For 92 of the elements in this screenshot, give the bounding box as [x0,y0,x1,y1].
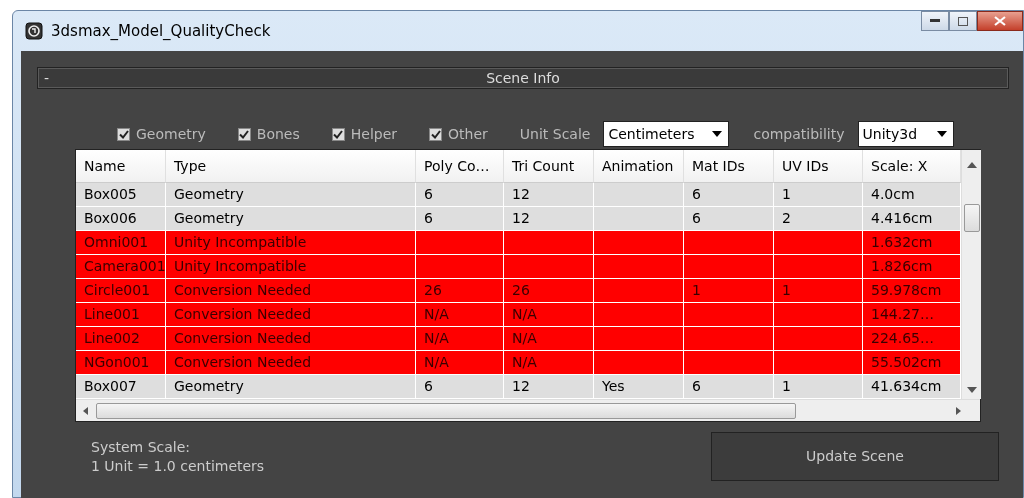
table-cell: Geometry [166,375,416,399]
table-cell: 144.27… [863,303,961,327]
checkbox[interactable] [429,127,443,141]
checkbox[interactable] [331,127,345,141]
table-cell: Conversion Needed [166,303,416,327]
column-header[interactable]: Scale: X [863,150,961,183]
table-cell: 6 [684,183,774,207]
column-header[interactable]: Poly Co… [416,150,504,183]
caret-icon [936,131,947,137]
column-header[interactable]: Mat IDs [684,150,774,183]
table-cell: 59.978cm [863,279,961,303]
scroll-down-icon[interactable] [967,387,977,393]
table-cell: 2 [774,207,863,231]
checkbox-label: Bones [256,124,300,144]
table-cell: Omni001 [76,231,166,255]
column-header[interactable]: Name [76,150,166,183]
scrollbar-thumb[interactable] [96,402,796,419]
table-cell: N/A [504,303,594,327]
table-cell: 6 [416,183,504,207]
table-cell: 1 [774,183,863,207]
system-scale-label: System Scale: [91,438,192,457]
horizontal-scrollbar[interactable] [76,399,980,421]
scrollbar-thumb[interactable] [964,204,980,232]
app-icon [25,22,43,40]
window-title: 3dsmax_Model_QualityCheck [51,20,271,42]
maximize-button[interactable] [949,11,977,31]
column-header[interactable]: UV IDs [774,150,863,183]
table-cell: 26 [416,279,504,303]
table-cell: Box005 [76,183,166,207]
table-cell: 12 [504,183,594,207]
table-cell: N/A [416,351,504,375]
table-cell: Conversion Needed [166,351,416,375]
rollout-header[interactable]: - Scene Info [37,67,1009,89]
table-cell: 12 [504,207,594,231]
table-cell: N/A [416,303,504,327]
table-cell: 55.502cm [863,351,961,375]
table-cell: 1.632cm [863,231,961,255]
table-cell: 12 [504,375,594,399]
scroll-up-icon[interactable] [967,162,977,168]
update-scene-button[interactable]: Update Scene [711,432,999,481]
close-button[interactable] [977,11,1023,31]
table-cell: 6 [684,375,774,399]
table-cell: 26 [504,279,594,303]
checkbox-label: Other [448,124,488,144]
table-cell: Unity Incompatible [166,231,416,255]
table-cell: 1.826cm [863,255,961,279]
column-header[interactable]: Tri Count [504,150,594,183]
table-cell: N/A [416,327,504,351]
checkbox[interactable] [237,127,251,141]
table-cell: Camera001 [76,255,166,279]
column-header[interactable]: Animation [594,150,684,183]
system-scale-value: 1 Unit = 1.0 centimeters [91,456,265,475]
table-cell: N/A [504,327,594,351]
table-cell: NGon001 [76,351,166,375]
table-cell: Yes [594,375,684,399]
table-cell: 41.634cm [863,375,961,399]
table-cell: 224.65… [863,327,961,351]
table-cell: 1 [774,279,863,303]
table-cell: 6 [416,207,504,231]
table-cell: Line002 [76,327,166,351]
table-cell: Circle001 [76,279,166,303]
table-cell: Unity Incompatible [166,255,416,279]
caret-icon [712,131,723,137]
checkbox-label: Geometry [136,124,206,144]
table-cell: Geometry [166,183,416,207]
collapse-toggle[interactable]: - [44,67,50,89]
close-icon [994,16,1006,26]
checkbox[interactable] [117,127,130,141]
compatibility-label: compatibility [753,124,845,144]
table-cell: 6 [416,375,504,399]
table-cell: 1 [774,375,863,399]
table-cell: Box007 [76,375,166,399]
checkbox-label: Helper [350,124,398,144]
table-cell: Line001 [76,303,166,327]
table-cell: Geometry [166,207,416,231]
compatibility-dropdown[interactable]: Unity3d [857,121,954,147]
unit-scale-label: Unit Scale [519,124,591,144]
minimize-button[interactable] [921,11,949,31]
table-cell: Conversion Needed [166,279,416,303]
table-cell: 6 [684,207,774,231]
vertical-scrollbar[interactable] [961,150,981,399]
table-cell: Box006 [76,207,166,231]
rollout-title: Scene Info [486,68,560,88]
table-cell: 1 [684,279,774,303]
table-cell: 4.0cm [863,183,961,207]
column-header[interactable]: Type [166,150,416,183]
table-cell: 4.416cm [863,207,961,231]
table-cell: N/A [504,351,594,375]
maximize-icon [958,16,968,26]
unit-scale-dropdown[interactable]: Centimeters [603,121,730,147]
table-cell: Conversion Needed [166,327,416,351]
minimize-icon [930,19,940,23]
